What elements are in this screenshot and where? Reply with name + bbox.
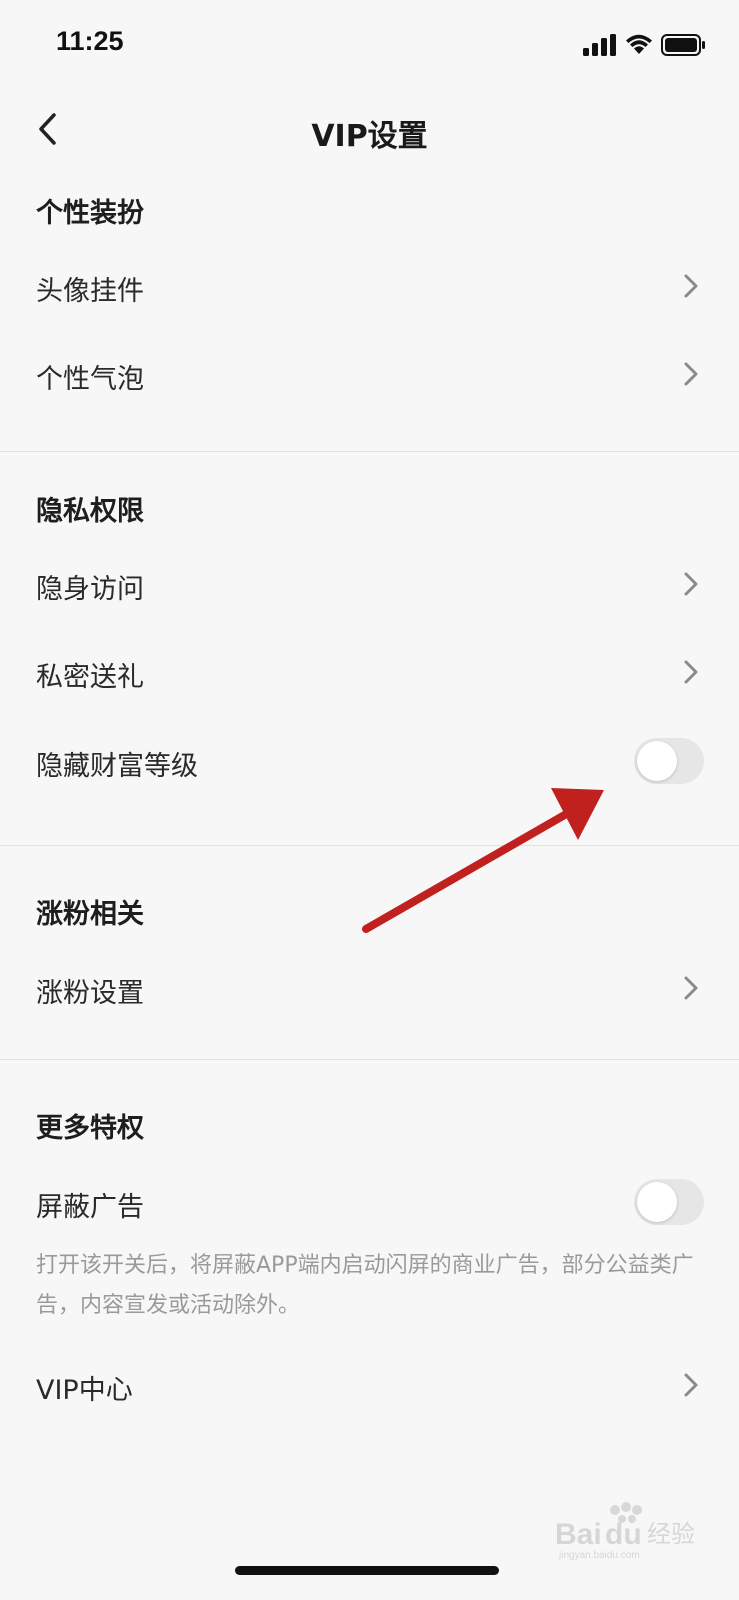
status-time: 11:25 <box>56 26 124 56</box>
section-header-privacy: 隐私权限 <box>36 496 144 527</box>
chevron-right-icon <box>684 362 698 386</box>
row-label: 屏蔽广告 <box>36 1192 144 1223</box>
section-header-more: 更多特权 <box>36 1113 144 1144</box>
row-hide-wealth-level: 隐藏财富等级 <box>0 722 739 802</box>
toggle-knob <box>637 1182 677 1222</box>
row-label: 头像挂件 <box>36 276 144 307</box>
chevron-right-icon <box>684 1373 698 1397</box>
nav-bar: VIP设置 <box>0 95 739 165</box>
chevron-right-icon <box>684 572 698 596</box>
row-label: 个性气泡 <box>36 364 144 395</box>
chevron-right-icon <box>684 660 698 684</box>
row-stealth-visit[interactable]: 隐身访问 <box>0 545 739 625</box>
hide-wealth-level-toggle[interactable] <box>634 738 704 784</box>
status-bar: 11:25 <box>0 0 739 90</box>
svg-text:经验: 经验 <box>647 1520 695 1548</box>
block-ads-description: 打开该开关后，将屏蔽APP端内启动闪屏的商业广告，部分公益类广告，内容宣发或活动… <box>36 1253 694 1318</box>
row-label: 涨粉设置 <box>36 978 144 1009</box>
block-ads-toggle[interactable] <box>634 1179 704 1225</box>
section-header-personal: 个性装扮 <box>36 198 144 229</box>
row-avatar-pendant[interactable]: 头像挂件 <box>0 247 739 327</box>
svg-text:Bai: Bai <box>555 1518 602 1551</box>
divider <box>0 1059 739 1060</box>
row-label: VIP中心 <box>36 1375 133 1406</box>
chevron-right-icon <box>684 274 698 298</box>
row-label: 私密送礼 <box>36 662 144 693</box>
watermark-logo: Bai du 经验 jingyan.baidu.com <box>555 1502 695 1560</box>
divider <box>0 845 739 846</box>
row-label: 隐身访问 <box>36 574 144 605</box>
toggle-knob <box>637 741 677 781</box>
signal-icon <box>583 34 616 56</box>
row-chat-bubble[interactable]: 个性气泡 <box>0 335 739 415</box>
page-title: VIP设置 <box>311 119 428 154</box>
svg-text:jingyan.baidu.com: jingyan.baidu.com <box>558 1550 640 1560</box>
row-fans-settings[interactable]: 涨粉设置 <box>0 949 739 1029</box>
home-indicator[interactable] <box>235 1566 499 1575</box>
wifi-icon <box>626 34 652 54</box>
section-header-fans: 涨粉相关 <box>36 899 144 930</box>
chevron-right-icon <box>684 976 698 1000</box>
row-block-ads: 屏蔽广告 <box>0 1163 739 1243</box>
svg-text:du: du <box>605 1518 642 1551</box>
battery-icon <box>661 34 705 56</box>
row-label: 隐藏财富等级 <box>36 751 198 782</box>
divider <box>0 451 739 452</box>
row-vip-center[interactable]: VIP中心 <box>0 1346 739 1426</box>
row-private-gift[interactable]: 私密送礼 <box>0 633 739 713</box>
